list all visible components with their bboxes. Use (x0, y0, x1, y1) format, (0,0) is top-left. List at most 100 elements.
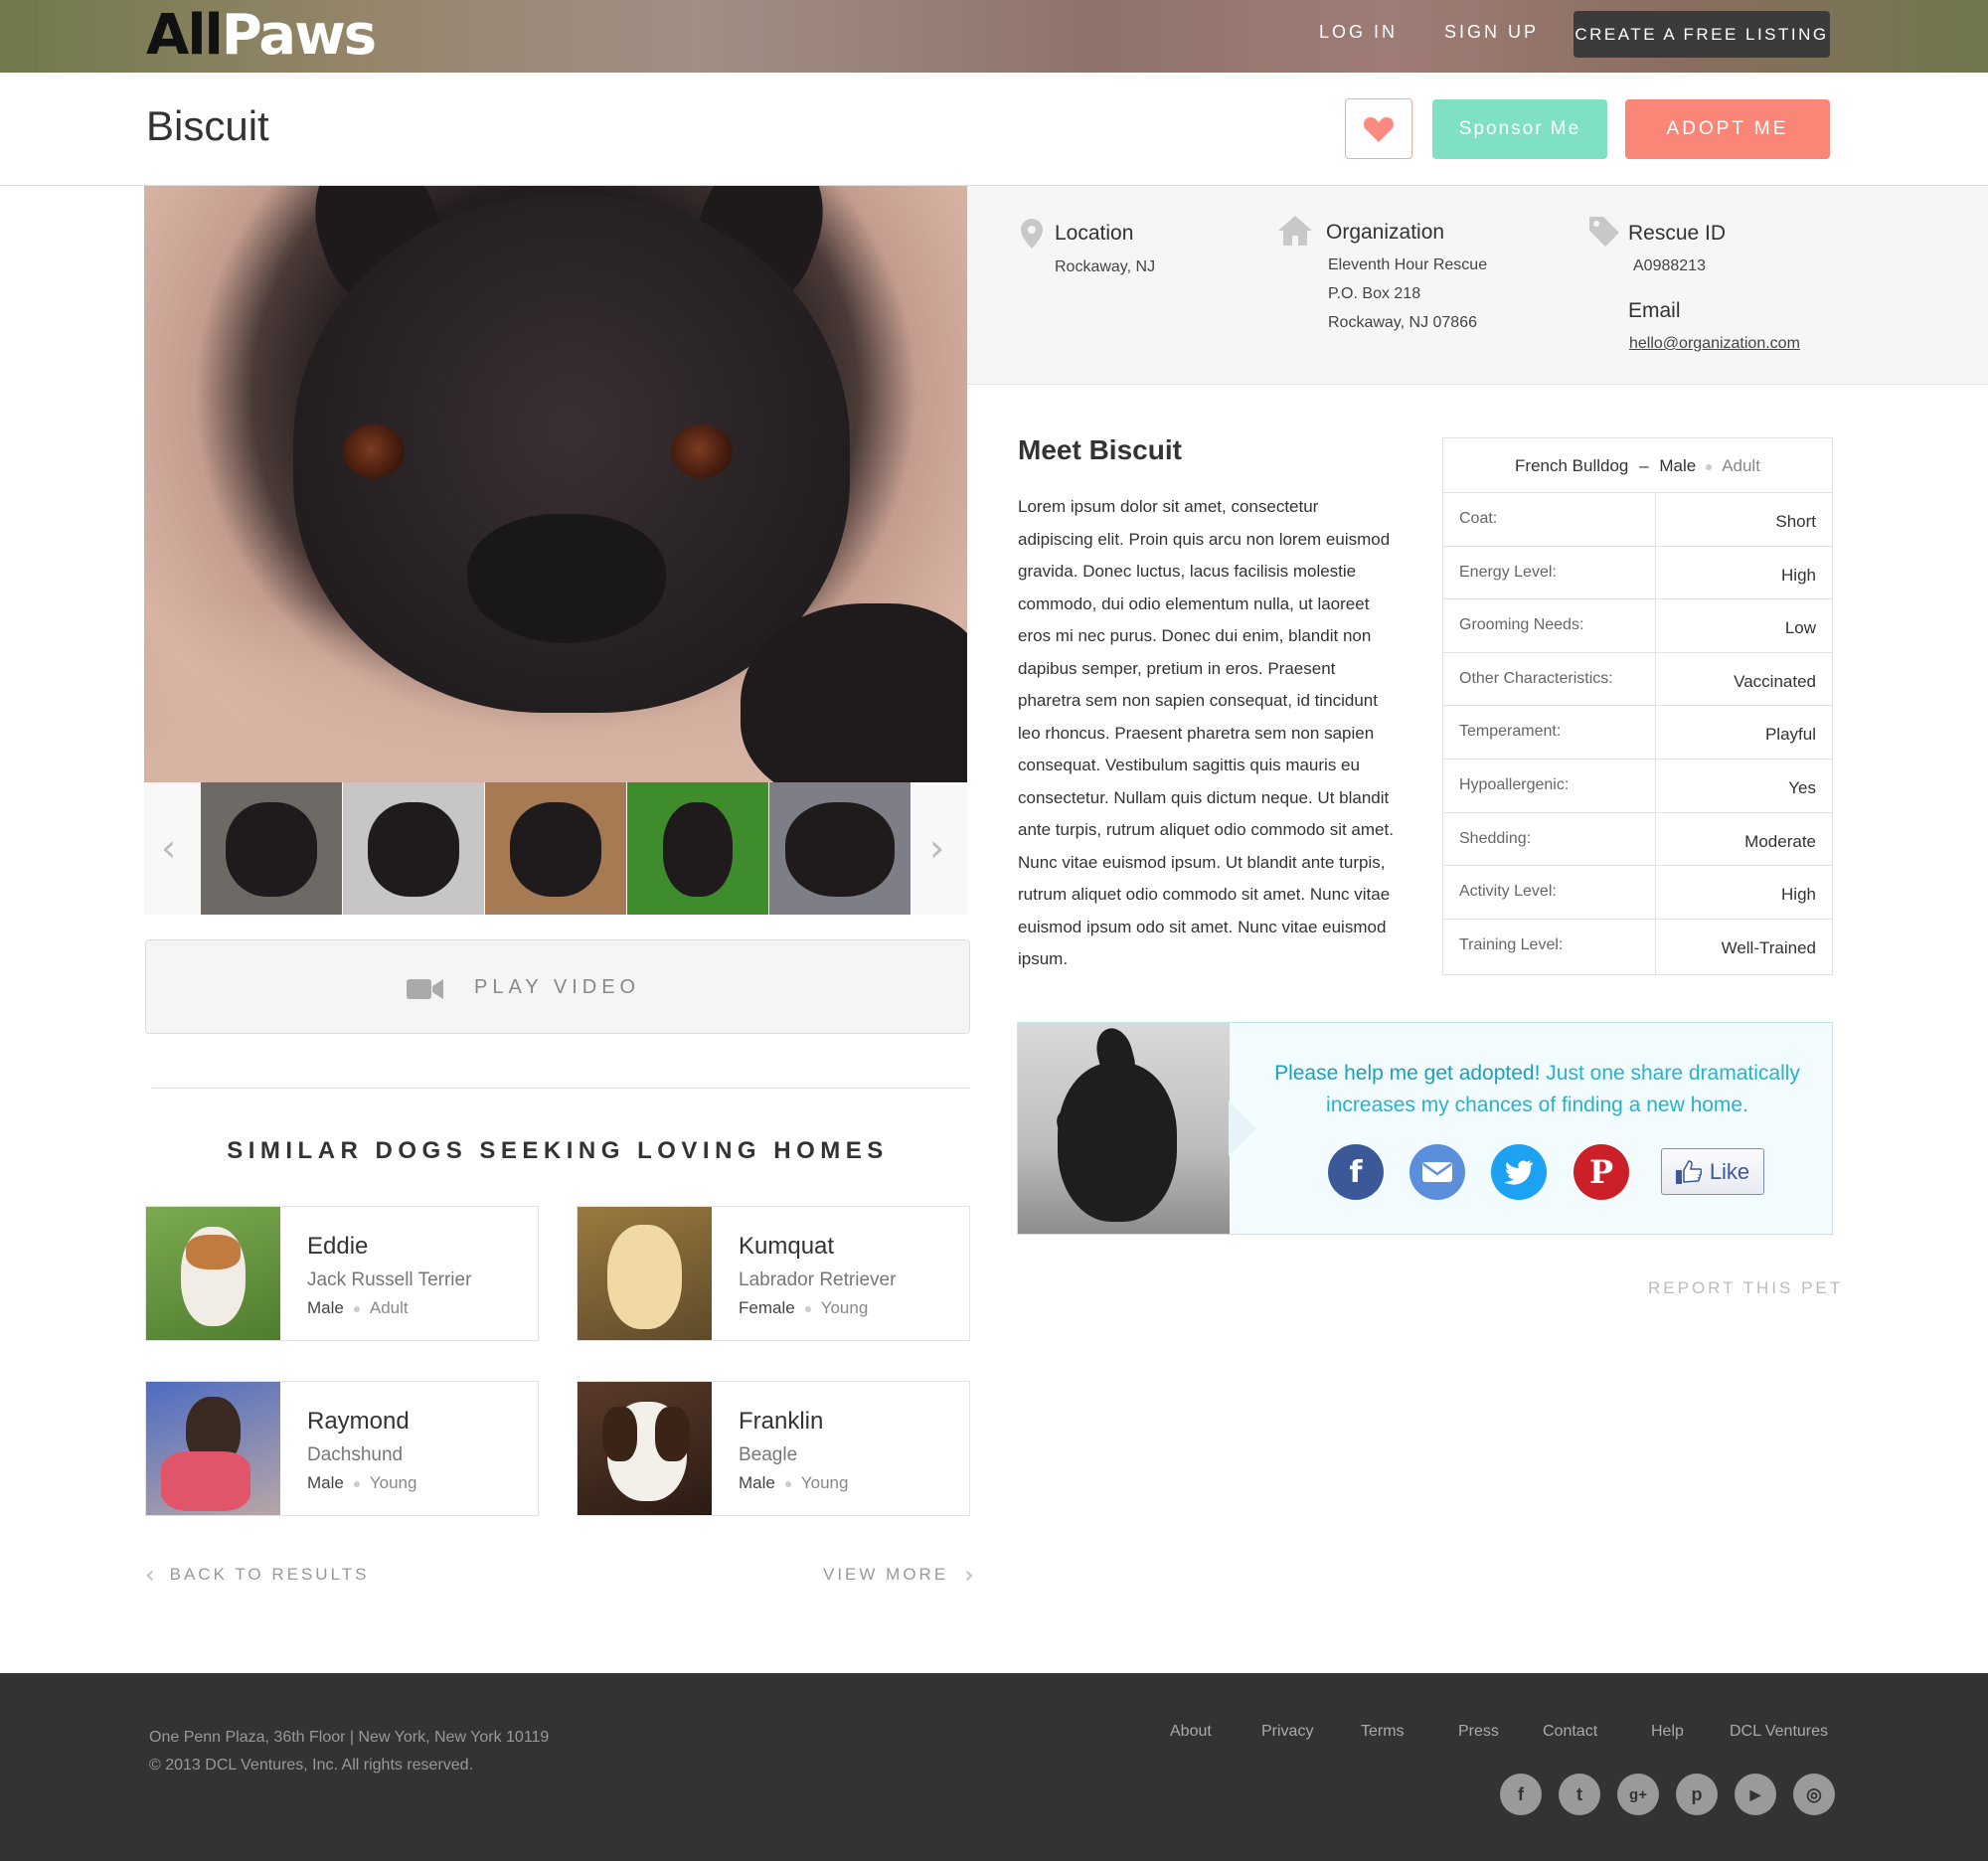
footer-link-press[interactable]: Press (1458, 1723, 1499, 1741)
attribute-value: Low (1784, 618, 1816, 638)
chevron-left-icon[interactable]: ‹ (161, 829, 176, 867)
sex-text: Male (1659, 456, 1697, 475)
email-link[interactable]: hello@organization.com (1629, 329, 1800, 358)
dog-age: Adult (369, 1298, 409, 1317)
footer-link-help[interactable]: Help (1651, 1723, 1684, 1741)
dog-meta: Male Young (739, 1473, 848, 1493)
attribute-row: Hypoallergenic: Yes (1443, 760, 1832, 813)
pinterest-icon[interactable]: p (1676, 1774, 1718, 1815)
gallery-thumb[interactable] (485, 782, 626, 915)
logo-text-all: All (146, 3, 224, 68)
dog-sex: Male (739, 1473, 775, 1492)
footer-link-privacy[interactable]: Privacy (1261, 1723, 1313, 1741)
breed-text: French Bulldog (1515, 456, 1629, 475)
share-message: Please help me get adopted! Just one sha… (1266, 1058, 1808, 1121)
pinterest-icon: P (1588, 1153, 1614, 1191)
attribute-key: Activity Level: (1459, 883, 1557, 901)
facebook-like-button[interactable]: Like (1661, 1148, 1764, 1195)
create-listing-button[interactable]: CREATE A FREE LISTING (1574, 11, 1830, 58)
signup-link[interactable]: SIGN UP (1444, 22, 1539, 43)
back-to-results-link[interactable]: ‹ BACK TO RESULTS (145, 1561, 370, 1589)
login-link[interactable]: LOG IN (1319, 22, 1398, 43)
instagram-icon[interactable]: ◎ (1793, 1774, 1835, 1815)
similar-dog-card[interactable]: Kumquat Labrador Retriever Female Young (577, 1206, 970, 1341)
location-pin-icon (1021, 219, 1043, 249)
chevron-left-icon: ‹ (145, 1561, 158, 1589)
back-label: BACK TO RESULTS (169, 1565, 370, 1584)
facebook-share-button[interactable]: f (1328, 1144, 1384, 1200)
gallery-thumb[interactable] (201, 782, 342, 915)
dog-photo (146, 1382, 280, 1515)
attribute-value: Playful (1764, 725, 1816, 745)
facebook-icon[interactable]: f (1500, 1774, 1542, 1815)
attribute-value: Short (1775, 512, 1816, 531)
video-camera-icon (407, 979, 443, 999)
view-more-label: VIEW MORE (823, 1565, 949, 1584)
facebook-icon: f (1349, 1154, 1363, 1190)
sponsor-button[interactable]: Sponsor Me (1432, 99, 1607, 159)
footer-address: One Penn Plaza, 36th Floor | New York, N… (149, 1729, 550, 1746)
dog-breed: Labrador Retriever (739, 1269, 897, 1290)
similar-dog-card[interactable]: Raymond Dachshund Male Young (145, 1381, 539, 1516)
thumbs-up-icon (1675, 1159, 1702, 1184)
dog-photo (578, 1382, 712, 1515)
dog-breed: Dachshund (307, 1444, 404, 1465)
dog-photo (578, 1207, 712, 1340)
site-header: AllPaws LOG IN SIGN UP CREATE A FREE LIS… (0, 0, 1988, 73)
twitter-icon[interactable]: t (1559, 1774, 1600, 1815)
dog-age: Young (800, 1473, 849, 1492)
email-label: Email (1628, 299, 1681, 322)
report-pet-link[interactable]: REPORT THIS PET (1648, 1278, 1843, 1298)
attribute-key: Energy Level: (1459, 563, 1557, 581)
twitter-share-button[interactable] (1491, 1144, 1547, 1200)
similar-dog-card[interactable]: Franklin Beagle Male Young (577, 1381, 970, 1516)
attribute-value: Vaccinated (1734, 671, 1816, 691)
heart-icon (1363, 116, 1395, 142)
dog-meta: Male Young (307, 1473, 416, 1493)
share-box: Please help me get adopted! Just one sha… (1017, 1022, 1833, 1235)
attribute-key: Hypoallergenic: (1459, 775, 1570, 793)
google-plus-icon[interactable]: g+ (1617, 1774, 1659, 1815)
dog-meta: Female Young (739, 1298, 868, 1318)
email-share-button[interactable] (1409, 1144, 1465, 1200)
gallery-thumb[interactable] (343, 782, 484, 915)
attribute-row: Other Characteristics: Vaccinated (1443, 653, 1832, 707)
footer-copyright: © 2013 DCL Ventures, Inc. All rights res… (149, 1757, 474, 1774)
attribute-value: Moderate (1744, 831, 1816, 851)
allpaws-logo[interactable]: AllPaws (146, 3, 377, 68)
similar-dog-card[interactable]: Eddie Jack Russell Terrier Male Adult (145, 1206, 539, 1341)
attributes-summary: French Bulldog – Male Adult (1443, 438, 1832, 493)
tag-icon (1589, 217, 1619, 247)
pinterest-share-button[interactable]: P (1574, 1144, 1629, 1200)
footer-link-terms[interactable]: Terms (1361, 1723, 1405, 1741)
logo-text-paws: Paws (221, 3, 377, 68)
home-icon (1278, 216, 1312, 246)
attribute-row: Temperament: Playful (1443, 706, 1832, 760)
youtube-icon[interactable]: ▶ (1735, 1774, 1776, 1815)
dog-photo (146, 1207, 280, 1340)
footer-link-contact[interactable]: Contact (1543, 1723, 1597, 1741)
dog-name: Franklin (739, 1408, 824, 1435)
chevron-right-icon[interactable]: › (929, 829, 944, 867)
play-video-button[interactable]: PLAY VIDEO (145, 939, 970, 1034)
attribute-row: Grooming Needs: Low (1443, 599, 1832, 653)
view-more-link[interactable]: VIEW MORE › (823, 1561, 977, 1589)
adopt-button[interactable]: ADOPT ME (1625, 99, 1830, 159)
dog-sex: Male (307, 1298, 344, 1317)
footer-link-about[interactable]: About (1170, 1723, 1212, 1741)
gallery-thumb[interactable] (627, 782, 768, 915)
dog-age: Young (820, 1298, 869, 1317)
page-title: Biscuit (146, 102, 269, 149)
footer-link-dcl-ventures[interactable]: DCL Ventures (1730, 1723, 1828, 1741)
attribute-key: Shedding: (1459, 829, 1532, 847)
favorite-button[interactable] (1345, 98, 1412, 159)
gallery-thumb[interactable] (769, 782, 911, 915)
organization-name: Eleventh Hour Rescue (1328, 256, 1488, 273)
twitter-bird-icon (1504, 1160, 1533, 1185)
share-pet-photo (1018, 1023, 1230, 1234)
attribute-key: Grooming Needs: (1459, 616, 1584, 634)
dog-name: Kumquat (739, 1233, 835, 1260)
attribute-value: High (1781, 565, 1816, 585)
organization-label: Organization (1326, 221, 1445, 244)
attribute-value: Well-Trained (1721, 937, 1816, 957)
